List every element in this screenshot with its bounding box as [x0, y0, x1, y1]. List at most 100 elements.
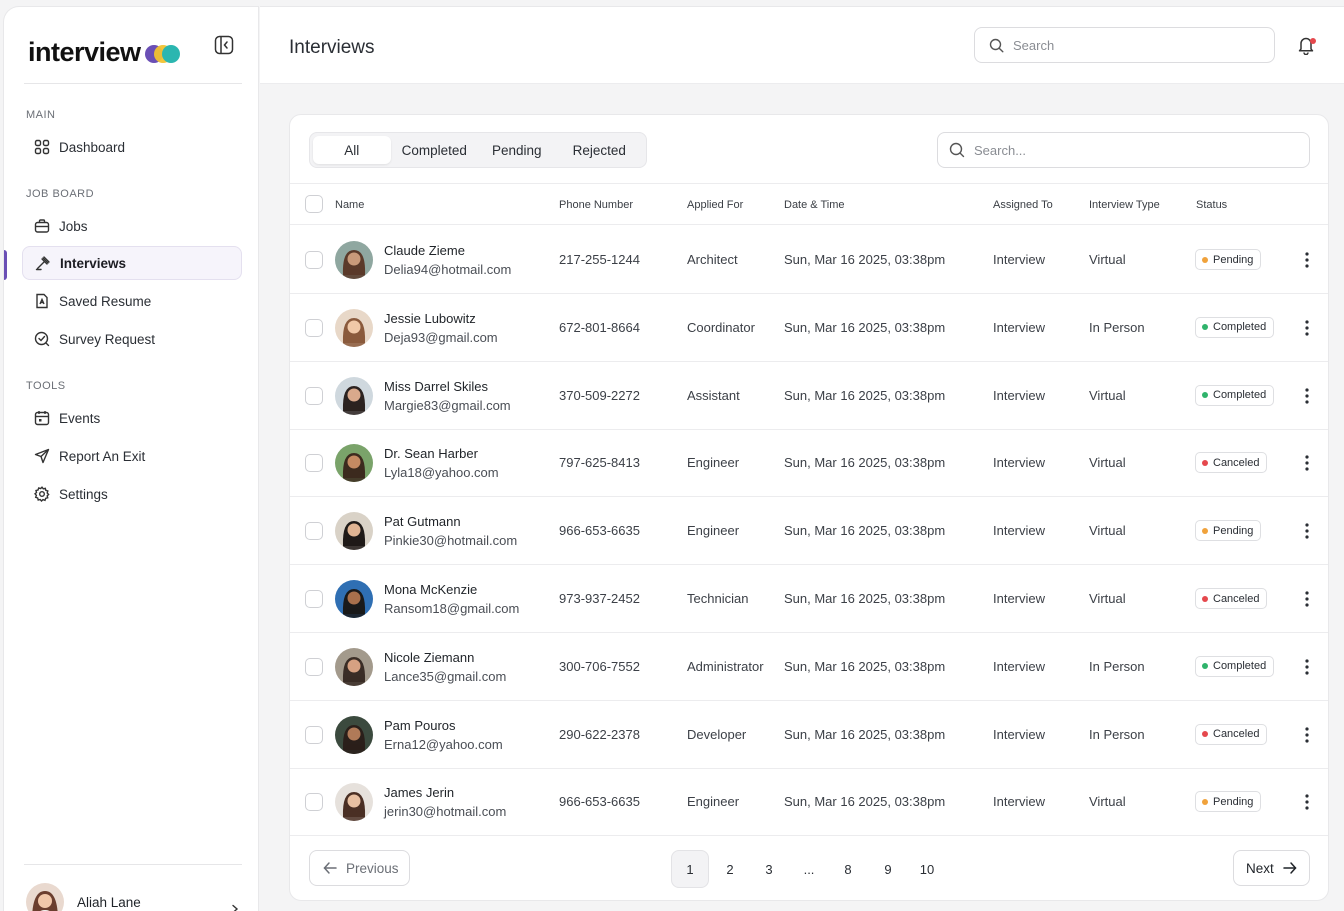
column-header-name[interactable]: Name [335, 199, 364, 211]
candidate-name: Dr. Sean Harber [384, 446, 478, 462]
table-row[interactable]: James Jerin jerin30@hotmail.com 966-653-66… [290, 768, 1328, 837]
more-vertical-icon[interactable] [1300, 386, 1314, 406]
more-vertical-icon[interactable] [1300, 589, 1314, 609]
more-vertical-icon[interactable] [1300, 453, 1314, 473]
status-label: Completed [1213, 321, 1267, 334]
tab-all[interactable]: All [313, 136, 391, 164]
row-checkbox[interactable] [305, 793, 323, 812]
row-checkbox[interactable] [305, 318, 323, 337]
sidebar-item-saved-resume[interactable]: Saved Resume [22, 284, 242, 318]
sidebar-item-survey-request[interactable]: Survey Request [22, 322, 242, 356]
applied-for: Engineer [687, 523, 740, 539]
table-search-input[interactable] [974, 142, 1194, 158]
table-row[interactable]: Jessie Lubowitz Deja93@gmail.com 672-801-8… [290, 294, 1328, 362]
assigned-to: Interview [993, 523, 1046, 539]
sidebar-divider [24, 864, 242, 865]
candidate-email: Erna12@yahoo.com [384, 736, 503, 752]
page-3[interactable]: 3 [750, 850, 788, 888]
section-label-job-board: JOB BOARD [26, 188, 95, 200]
status-dot [1202, 256, 1208, 263]
sidebar-item-label: Report An Exit [59, 448, 146, 464]
status-badge: Completed [1195, 655, 1275, 677]
arrow-right-icon [1283, 862, 1297, 874]
candidate-email: Pinkie30@hotmail.com [384, 533, 518, 549]
sidebar-item-settings[interactable]: Settings [22, 477, 242, 511]
status-label: Canceled [1213, 592, 1260, 605]
previous-button[interactable]: Previous [309, 850, 410, 886]
status-badge: Completed [1195, 384, 1275, 406]
row-checkbox[interactable] [305, 386, 323, 405]
avatar [26, 883, 64, 911]
page-10[interactable]: 10 [908, 850, 946, 888]
notification-dot [1310, 38, 1316, 44]
status-badge: Pending [1195, 791, 1262, 813]
more-vertical-icon[interactable] [1300, 792, 1314, 812]
candidate-name: Jessie Lubowitz [384, 310, 476, 326]
table-row[interactable]: Nicole Ziemann Lance35@gmail.com 300-706-7… [290, 633, 1328, 701]
status-dot [1202, 663, 1208, 670]
row-checkbox[interactable] [305, 657, 323, 676]
page-ellipsis: ... [803, 861, 815, 877]
sidebar-item-dashboard[interactable]: Dashboard [22, 130, 242, 164]
page-8[interactable]: 8 [829, 850, 867, 888]
more-vertical-icon[interactable] [1300, 725, 1314, 745]
page-1[interactable]: 1 [671, 850, 709, 888]
column-header-date-time[interactable]: Date & Time [784, 199, 845, 211]
column-header-phone[interactable]: Phone Number [559, 199, 633, 211]
row-checkbox[interactable] [305, 454, 323, 473]
chevron-right-icon[interactable] [230, 904, 240, 911]
more-vertical-icon[interactable] [1300, 657, 1314, 677]
logo[interactable]: interview [28, 35, 244, 69]
page-9[interactable]: 9 [869, 850, 907, 888]
sidebar-item-events[interactable]: Events [22, 401, 242, 435]
row-checkbox[interactable] [305, 251, 323, 269]
more-vertical-icon[interactable] [1300, 521, 1314, 541]
row-checkbox[interactable] [305, 725, 323, 744]
status-dot [1202, 392, 1208, 399]
table-row[interactable]: Mona McKenzie Ransom18@gmail.com 973-937-2… [290, 565, 1328, 633]
sidebar-item-jobs[interactable]: Jobs [22, 209, 242, 243]
column-header-interview-type[interactable]: Interview Type [1089, 199, 1160, 211]
sidebar-item-interviews[interactable]: Interviews [22, 246, 242, 280]
column-header-applied-for[interactable]: Applied For [687, 199, 743, 211]
sidebar-item-label: Saved Resume [59, 293, 152, 309]
table-row[interactable]: Miss Darrel Skiles Margie83@gmail.com 370-… [290, 362, 1328, 430]
candidate-email: Deja93@gmail.com [384, 329, 498, 345]
column-header-status[interactable]: Status [1196, 199, 1227, 211]
sidebar-item-label: Jobs [59, 218, 88, 234]
column-header-assigned-to[interactable]: Assigned To [993, 199, 1053, 211]
more-vertical-icon[interactable] [1300, 250, 1314, 270]
sidebar-divider [24, 83, 242, 84]
row-checkbox[interactable] [305, 590, 323, 608]
more-vertical-icon[interactable] [1300, 318, 1314, 338]
interview-type: In Person [1089, 726, 1145, 742]
gear-icon [34, 486, 50, 502]
table-row[interactable]: Pat Gutmann Pinkie30@hotmail.com 966-653-6… [290, 497, 1328, 566]
page-2[interactable]: 2 [711, 850, 749, 888]
row-checkbox[interactable] [305, 522, 323, 541]
tab-pending[interactable]: Pending [478, 136, 556, 164]
table-row[interactable]: Claude Zieme Delia94@hotmail.com 217-255-1… [290, 226, 1328, 294]
global-search[interactable] [974, 27, 1275, 63]
table-row[interactable]: Dr. Sean Harber Lyla18@yahoo.com 797-625-8… [290, 429, 1328, 498]
candidate-email: jerin30@hotmail.com [384, 804, 507, 820]
candidate-name: Miss Darrel Skiles [384, 378, 489, 394]
previous-label: Previous [346, 860, 399, 876]
phone-number: 797-625-8413 [559, 455, 640, 471]
status-dot [1202, 798, 1208, 805]
tab-completed[interactable]: Completed [391, 136, 478, 164]
sidebar-collapse-icon[interactable] [214, 35, 236, 57]
select-all-checkbox[interactable] [305, 195, 323, 213]
page-title: Interviews [289, 37, 375, 58]
user-profile[interactable]: Aliah Lane [26, 883, 240, 911]
search-input[interactable] [1013, 37, 1233, 53]
candidate-email: Delia94@hotmail.com [384, 262, 512, 277]
table-row[interactable]: Pam Pouros Erna12@yahoo.com 290-622-2378 De… [290, 701, 1328, 769]
sidebar-item-report-an-exit[interactable]: Report An Exit [22, 439, 242, 473]
tab-rejected[interactable]: Rejected [556, 136, 643, 164]
date-time: Sun, Mar 16 2025, 03:38pm [784, 658, 946, 674]
date-time: Sun, Mar 16 2025, 03:38pm [784, 794, 946, 810]
status-label: Pending [1213, 524, 1254, 537]
next-button[interactable]: Next [1233, 850, 1310, 886]
table-search[interactable] [937, 132, 1310, 168]
